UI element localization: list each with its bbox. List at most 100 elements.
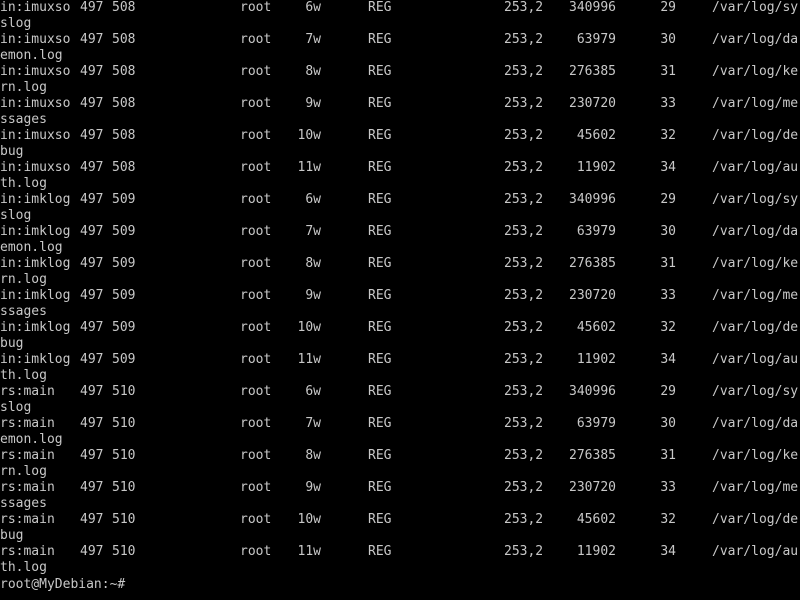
fd-cell: 7w [305,416,321,431]
output-row: in:imuxso 497 508 root 7w REG 253,2 63979 30/var… [0,32,800,64]
name-wrap-cell: slog [0,208,32,223]
command-cell: in:imuxso [0,64,71,79]
tid-cell: 510 [112,544,136,559]
size-cell: 11902 [576,544,616,559]
fd-cell: 8w [305,448,321,463]
fd-cell: 8w [305,64,321,79]
command-cell: in:imuxso [0,96,71,111]
user-cell: root [240,320,272,335]
output-row: in:imuxso 497 508 root 10w REG 253,2 45602 32/va… [0,128,800,160]
device-cell: 253,2 [504,288,544,303]
fd-cell: 8w [305,256,321,271]
node-cell: 31 [660,64,676,79]
output-row: in:imklog 497 509 root 7w REG 253,2 63979 30/var… [0,224,800,256]
node-cell: 33 [660,96,676,111]
command-cell: in:imklog [0,288,71,303]
name-cell: /var/log/de [712,320,799,335]
output-row: in:imklog 497 509 root 8w REG 253,2 276385 31/va… [0,256,800,288]
name-cell: /var/log/de [712,512,799,527]
user-cell: root [240,32,272,47]
device-cell: 253,2 [504,256,544,271]
fd-cell: 9w [305,96,321,111]
pid-cell: 497 [80,480,104,495]
device-cell: 253,2 [504,320,544,335]
tid-cell: 509 [112,224,136,239]
command-cell: in:imklog [0,256,71,271]
node-cell: 33 [660,480,676,495]
device-cell: 253,2 [504,32,544,47]
tid-cell: 510 [112,448,136,463]
type-cell: REG [368,0,392,15]
user-cell: root [240,480,272,495]
output-row: rs:main 497 510 root 6w REG 253,2 340996 29/var/… [0,384,800,416]
fd-cell: 10w [297,128,321,143]
name-cell: /var/log/au [712,544,799,559]
type-cell: REG [368,192,392,207]
fd-cell: 11w [297,352,321,367]
type-cell: REG [368,128,392,143]
tid-cell: 509 [112,256,136,271]
command-cell: rs:main [0,512,55,527]
type-cell: REG [368,256,392,271]
size-cell: 230720 [569,288,616,303]
name-cell: /var/log/au [712,160,799,175]
shell-prompt: root@MyDebian:~# [0,577,126,592]
shell-prompt-line[interactable]: root@MyDebian:~# [0,576,133,592]
tid-cell: 508 [112,32,136,47]
node-cell: 31 [660,256,676,271]
tid-cell: 510 [112,384,136,399]
name-cell: /var/log/sy [712,192,799,207]
pid-cell: 497 [80,512,104,527]
type-cell: REG [368,288,392,303]
size-cell: 63979 [576,224,616,239]
output-row: in:imuxso 497 508 root 9w REG 253,2 230720 33/va… [0,96,800,128]
name-cell: /var/log/ke [712,64,799,79]
pid-cell: 497 [80,384,104,399]
pid-cell: 497 [80,544,104,559]
command-cell: rs:main [0,448,55,463]
name-wrap-cell: rn.log [0,272,47,287]
fd-cell: 6w [305,192,321,207]
tid-cell: 510 [112,416,136,431]
size-cell: 340996 [569,384,616,399]
command-cell: in:imuxso [0,128,71,143]
device-cell: 253,2 [504,192,544,207]
pid-cell: 497 [80,416,104,431]
device-cell: 253,2 [504,448,544,463]
name-wrap-cell: emon.log [0,240,63,255]
tid-cell: 509 [112,352,136,367]
output-row: rs:main 497 510 root 9w REG 253,2 230720 33/var/… [0,480,800,512]
name-wrap-cell: th.log [0,176,47,191]
size-cell: 45602 [576,320,616,335]
output-row: in:imuxso 497 508 root 11w REG 253,2 11902 34/va… [0,160,800,192]
user-cell: root [240,192,272,207]
fd-cell: 11w [297,544,321,559]
name-wrap-cell: ssages [0,304,47,319]
name-cell: /var/log/da [712,224,799,239]
pid-cell: 497 [80,224,104,239]
tid-cell: 508 [112,128,136,143]
name-wrap-cell: th.log [0,368,47,383]
user-cell: root [240,256,272,271]
user-cell: root [240,512,272,527]
tid-cell: 508 [112,0,136,15]
type-cell: REG [368,224,392,239]
tid-cell: 509 [112,288,136,303]
type-cell: REG [368,480,392,495]
device-cell: 253,2 [504,352,544,367]
name-wrap-cell: th.log [0,560,47,575]
type-cell: REG [368,544,392,559]
name-cell: /var/log/me [712,96,799,111]
node-cell: 29 [660,384,676,399]
node-cell: 32 [660,512,676,527]
tid-cell: 510 [112,512,136,527]
pid-cell: 497 [80,448,104,463]
device-cell: 253,2 [504,64,544,79]
name-wrap-cell: ssages [0,496,47,511]
size-cell: 276385 [569,448,616,463]
terminal-screen[interactable]: in:imuxso 497 508 root 6w REG 253,2 340996 29/va… [0,0,800,600]
fd-cell: 6w [305,0,321,15]
user-cell: root [240,352,272,367]
command-cell: in:imuxso [0,160,71,175]
device-cell: 253,2 [504,544,544,559]
